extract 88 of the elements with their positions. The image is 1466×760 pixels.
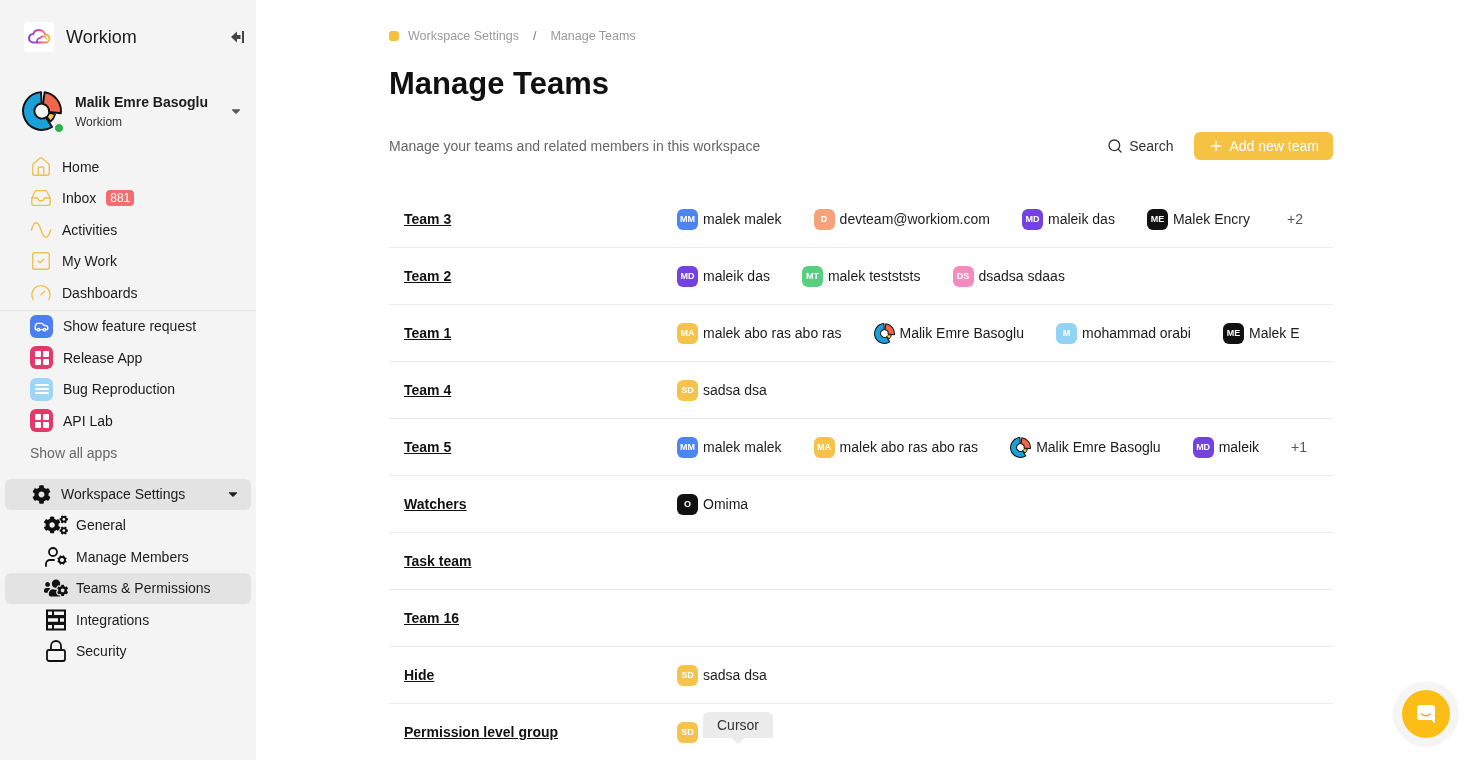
member-avatar: SD: [677, 721, 698, 743]
member-avatar: MA: [813, 436, 835, 458]
member-avatar: MM: [677, 436, 698, 458]
search-button[interactable]: Search: [1107, 138, 1174, 154]
team-name-link[interactable]: Hide: [404, 667, 435, 683]
member-avatar: SD: [677, 664, 698, 686]
nav-item[interactable]: Inbox 881: [5, 182, 251, 214]
team-name-link[interactable]: Permission level group: [404, 724, 559, 740]
home-icon: [30, 155, 52, 178]
member-name: sadsa dsa: [703, 667, 767, 683]
gears-icon: [44, 513, 68, 538]
team-name-link[interactable]: Team 3: [404, 211, 452, 227]
member-name: mohammad orabi: [1082, 325, 1191, 341]
member-avatar: MD: [677, 265, 698, 287]
stacked-rows-icon: [44, 607, 68, 632]
page-title: Manage Teams: [389, 65, 610, 103]
member-name: dsadsa sdaas: [978, 268, 1065, 284]
member-name: malek abo ras abo ras: [839, 439, 979, 455]
settings-item[interactable]: Integrations: [5, 604, 251, 636]
arrow-left-to-line-icon: [231, 31, 244, 43]
app-item[interactable]: API Lab: [5, 405, 251, 437]
member-avatar: MT: [801, 265, 823, 287]
page-description: Manage your teams and related members in this workspace: [389, 138, 761, 154]
settings-item[interactable]: Teams & Permissions: [5, 572, 251, 604]
settings-item[interactable]: Manage Members: [5, 541, 251, 573]
nav-item[interactable]: Activities: [5, 214, 251, 246]
workspace-name: Workiom: [75, 114, 124, 129]
search-icon: [1107, 138, 1124, 154]
user-name: Malik Emre Basoglu: [75, 93, 209, 110]
unread-count: 881: [106, 190, 135, 207]
checkbox-icon: [30, 250, 52, 273]
member-name: maleik: [1218, 439, 1260, 455]
app-item[interactable]: Show feature request: [5, 310, 251, 342]
team-name-link[interactable]: Task team: [404, 553, 472, 569]
nav-item[interactable]: My Work: [5, 245, 251, 277]
user-gear-icon: [44, 544, 68, 569]
avatar-pie-icon: [873, 322, 895, 344]
nav-item[interactable]: Dashboards: [5, 277, 251, 309]
chat-bubble-icon: [1415, 703, 1437, 725]
member-name: malek malek: [703, 211, 782, 227]
team-name-link[interactable]: Team 1: [404, 325, 452, 341]
member-name: maleik das: [703, 268, 770, 284]
member-name: Malik Emre Basoglu: [1036, 439, 1161, 455]
member-name: Malek E: [1248, 325, 1300, 341]
settings-group[interactable]: Workspace Settings: [5, 478, 251, 510]
member-name: malek testststs: [827, 268, 921, 284]
more-members-count: +2: [1287, 211, 1303, 227]
team-name-link[interactable]: Watchers: [404, 496, 467, 512]
member-avatar: MM: [677, 208, 698, 230]
team-name-link[interactable]: Team 5: [404, 439, 452, 455]
team-name-link[interactable]: Team 16: [404, 610, 459, 626]
settings-item[interactable]: Security: [5, 635, 251, 667]
settings-item[interactable]: General: [5, 509, 251, 541]
member-avatar: MD: [1192, 436, 1214, 458]
app-item[interactable]: Bug Reproduction: [5, 373, 251, 405]
member-avatar: ME: [1146, 208, 1168, 230]
collapse-sidebar-button[interactable]: [231, 31, 244, 43]
breadcrumb-current: Manage Teams: [550, 29, 636, 43]
member-avatar: D: [813, 208, 835, 230]
member-avatar: M: [1056, 322, 1078, 344]
logo-icon: [24, 22, 54, 52]
avatar-pie-icon: [1010, 436, 1032, 458]
member-name: Malek Encry: [1172, 211, 1250, 227]
member-avatar: DS: [952, 265, 974, 287]
lock-icon: [44, 639, 68, 664]
member-avatar: ME: [1222, 322, 1244, 344]
member-name: maleik das: [1047, 211, 1115, 227]
team-name-link[interactable]: Team 4: [404, 382, 452, 398]
breadcrumb-separator: /: [532, 29, 537, 43]
gear-icon: [32, 484, 51, 504]
avatar-pie-icon: [22, 91, 62, 131]
more-members-count: +1: [1291, 439, 1308, 455]
show-all-apps-link[interactable]: Show all apps: [0, 436, 118, 469]
tooltip: Cursor: [703, 711, 773, 744]
member-name: devteam@workiom.com: [839, 211, 990, 227]
member-name: malek abo ras abo ras: [703, 325, 842, 341]
member-name: sadsa dsa: [703, 382, 767, 398]
member-name: Malik Emre Basoglu: [899, 325, 1025, 341]
member-avatar: SD: [677, 379, 698, 401]
brand-name: Workiom: [66, 26, 137, 48]
member-avatar: MA: [677, 322, 698, 344]
member-name: Omima: [703, 496, 749, 512]
team-name-link[interactable]: Team 2: [404, 268, 452, 284]
nav-item[interactable]: Home: [5, 151, 251, 183]
app-item[interactable]: Release App: [5, 342, 251, 374]
member-avatar: MD: [1021, 208, 1043, 230]
member-avatar: O: [677, 493, 698, 515]
member-name: malek malek: [703, 439, 782, 455]
